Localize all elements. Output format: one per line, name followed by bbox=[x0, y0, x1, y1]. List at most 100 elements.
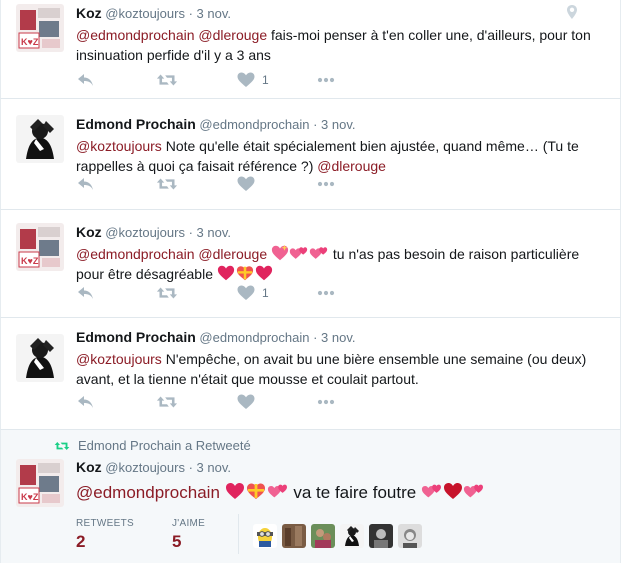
mention[interactable]: @koztoujours bbox=[76, 138, 162, 154]
mention[interactable]: @dlerouge bbox=[317, 158, 386, 174]
timestamp[interactable]: · 3 nov. bbox=[189, 225, 231, 240]
retweet-button[interactable] bbox=[156, 70, 236, 90]
like-count: 1 bbox=[262, 286, 269, 300]
liker-avatars bbox=[253, 524, 427, 548]
tweet-text: @edmondprochain @dlerouge tu n'as pas be… bbox=[76, 244, 605, 284]
liker-avatar[interactable] bbox=[282, 524, 306, 548]
tweet-actions bbox=[76, 174, 396, 194]
mention[interactable]: @dlerouge bbox=[198, 27, 267, 43]
like-count: 1 bbox=[262, 73, 269, 87]
liker-avatar[interactable] bbox=[369, 524, 393, 548]
fullname[interactable]: Edmond Prochain bbox=[76, 116, 196, 132]
timestamp[interactable]: · 3 nov. bbox=[313, 330, 355, 345]
heart-emoji bbox=[267, 481, 289, 501]
retweet-context-text[interactable]: Edmond Prochain a Retweeté bbox=[78, 438, 251, 453]
like-icon bbox=[236, 283, 256, 303]
tweet-stats: RETWEETS 2 J'AIME 5 bbox=[76, 518, 243, 552]
retweet-icon bbox=[156, 283, 178, 303]
username[interactable]: @koztoujours bbox=[105, 225, 185, 240]
tweet-text: @edmondprochain @dlerouge fais-moi pense… bbox=[76, 25, 605, 65]
heart-emoji bbox=[421, 481, 443, 501]
fullname[interactable]: Koz bbox=[76, 459, 102, 475]
heart-emoji bbox=[463, 481, 485, 501]
like-button[interactable] bbox=[236, 392, 316, 412]
reply-button[interactable] bbox=[76, 70, 156, 90]
username[interactable]: @edmondprochain bbox=[199, 330, 309, 345]
username[interactable]: @koztoujours bbox=[105, 460, 185, 475]
timestamp[interactable]: · 3 nov. bbox=[313, 117, 355, 132]
more-icon bbox=[316, 70, 336, 90]
tweet-body: va te faire foutre bbox=[288, 483, 421, 502]
heart-emoji bbox=[271, 244, 289, 262]
retweet-button[interactable] bbox=[156, 392, 236, 412]
more-button[interactable] bbox=[316, 174, 396, 194]
reply-icon bbox=[76, 174, 96, 194]
like-button[interactable] bbox=[236, 174, 316, 194]
retweet-icon bbox=[54, 439, 70, 453]
retweet-icon bbox=[156, 392, 178, 412]
tweet-actions: 1 bbox=[76, 283, 396, 303]
mention[interactable]: @koztoujours bbox=[76, 351, 162, 367]
tweet-text: @koztoujours Note qu'elle était spéciale… bbox=[76, 136, 605, 176]
mention[interactable]: @dlerouge bbox=[198, 246, 267, 262]
retweets-count: 2 bbox=[76, 532, 86, 551]
avatar[interactable] bbox=[16, 223, 64, 271]
like-icon bbox=[236, 174, 256, 194]
like-button[interactable]: 1 bbox=[236, 70, 316, 90]
likes-label: J'AIME bbox=[171, 518, 206, 529]
tweet[interactable]: Koz @koztoujours · 3 nov. @edmondprochai… bbox=[0, 210, 621, 318]
mention[interactable]: @edmondprochain bbox=[76, 483, 220, 502]
reply-button[interactable] bbox=[76, 174, 156, 194]
like-icon bbox=[236, 70, 256, 90]
username[interactable]: @edmondprochain bbox=[199, 117, 309, 132]
retweets-label: RETWEETS bbox=[76, 518, 134, 529]
more-button[interactable] bbox=[316, 70, 396, 90]
more-icon bbox=[316, 283, 336, 303]
heart-emoji bbox=[289, 244, 309, 262]
likes-count: 5 bbox=[171, 532, 182, 551]
more-icon bbox=[316, 392, 336, 412]
timestamp[interactable]: · 3 nov. bbox=[189, 460, 231, 475]
tweet[interactable]: Edmond Prochain @edmondprochain · 3 nov.… bbox=[0, 318, 621, 430]
retweets-stat[interactable]: RETWEETS 2 bbox=[76, 518, 134, 552]
avatar[interactable] bbox=[16, 459, 64, 507]
timeline: Koz @koztoujours · 3 nov. @edmondprochai… bbox=[0, 0, 621, 563]
fullname[interactable]: Koz bbox=[76, 224, 102, 240]
reply-button[interactable] bbox=[76, 392, 156, 412]
like-icon bbox=[236, 392, 256, 412]
fullname[interactable]: Koz bbox=[76, 5, 102, 21]
tweet[interactable]: Koz @koztoujours · 3 nov. @edmondprochai… bbox=[0, 0, 621, 99]
avatar[interactable] bbox=[16, 334, 64, 382]
tweet[interactable]: Edmond Prochain @edmondprochain · 3 nov.… bbox=[0, 99, 621, 210]
liker-avatar[interactable] bbox=[311, 524, 335, 548]
retweet-button[interactable] bbox=[156, 174, 236, 194]
avatar[interactable] bbox=[16, 115, 64, 163]
heart-emoji bbox=[235, 264, 255, 282]
mention[interactable]: @edmondprochain bbox=[76, 27, 195, 43]
timestamp[interactable]: · 3 nov. bbox=[189, 6, 231, 21]
retweeted-tweet[interactable]: Edmond Prochain a Retweeté Koz @koztoujo… bbox=[0, 430, 621, 563]
tweet-text: @koztoujours N'empêche, on avait bu une … bbox=[76, 349, 605, 389]
retweet-context: Edmond Prochain a Retweeté bbox=[54, 438, 251, 453]
username[interactable]: @koztoujours bbox=[105, 6, 185, 21]
mention[interactable]: @edmondprochain bbox=[76, 246, 195, 262]
retweet-icon bbox=[156, 174, 178, 194]
retweet-icon bbox=[156, 70, 178, 90]
tweet-text: @edmondprochain va te faire foutre bbox=[76, 481, 605, 505]
liker-avatar[interactable] bbox=[253, 524, 277, 548]
retweet-button[interactable] bbox=[156, 283, 236, 303]
avatar[interactable] bbox=[16, 4, 64, 52]
more-button[interactable] bbox=[316, 283, 396, 303]
more-button[interactable] bbox=[316, 392, 396, 412]
like-button[interactable]: 1 bbox=[236, 283, 316, 303]
stats-divider bbox=[238, 514, 239, 554]
heart-emoji bbox=[309, 244, 329, 262]
reply-button[interactable] bbox=[76, 283, 156, 303]
fullname[interactable]: Edmond Prochain bbox=[76, 329, 196, 345]
liker-avatar[interactable] bbox=[398, 524, 422, 548]
likes-stat[interactable]: J'AIME 5 bbox=[172, 518, 205, 552]
liker-avatar[interactable] bbox=[340, 524, 364, 548]
heart-emoji bbox=[245, 481, 267, 501]
tweet-actions: 1 bbox=[76, 70, 396, 90]
heart-emoji bbox=[255, 264, 273, 282]
